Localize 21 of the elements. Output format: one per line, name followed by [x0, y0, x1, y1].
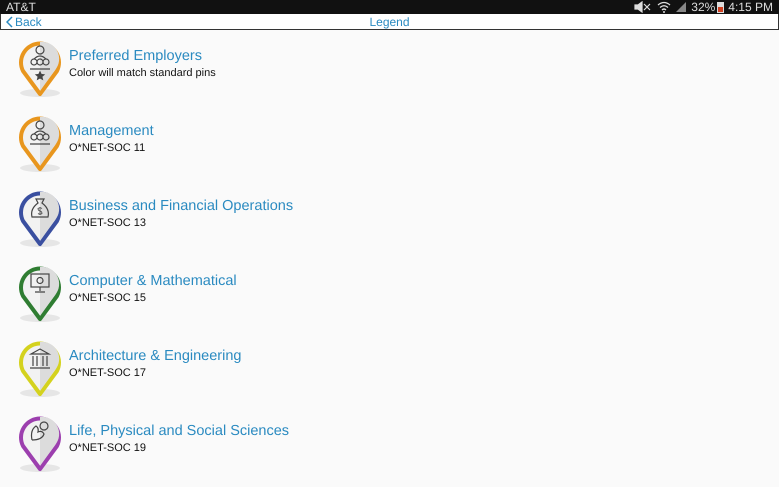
legend-subtitle: O*NET-SOC 17 [69, 367, 148, 379]
legend-subtitle: O*NET-SOC 13 [69, 217, 148, 229]
legend-title: Business and Financial Operations [69, 198, 294, 214]
page-title: Legend [369, 14, 410, 28]
clock-time: 4:15 PM [728, 0, 773, 14]
legend-title: Computer & Mathematical [69, 273, 237, 289]
wifi-icon [657, 1, 672, 13]
chevron-left-icon [6, 16, 13, 28]
legend-title: Preferred Employers [69, 48, 203, 64]
battery-icon [717, 1, 724, 13]
legend-title: Architecture & Engineering [69, 348, 242, 364]
legend-subtitle: O*NET-SOC 11 [69, 142, 146, 154]
carrier-name: AT&T [6, 0, 36, 14]
legend-title: Life, Physical and Social Sciences [69, 423, 290, 439]
legend-subtitle: O*NET-SOC 15 [69, 292, 148, 304]
battery-percent: 32% [691, 0, 716, 14]
back-button[interactable]: Back [1, 14, 42, 28]
mute-icon [633, 1, 652, 13]
legend-subtitle: O*NET-SOC 19 [69, 442, 148, 454]
legend-title: Management [69, 123, 154, 139]
legend-subtitle: Color will match standard pins [69, 67, 216, 79]
